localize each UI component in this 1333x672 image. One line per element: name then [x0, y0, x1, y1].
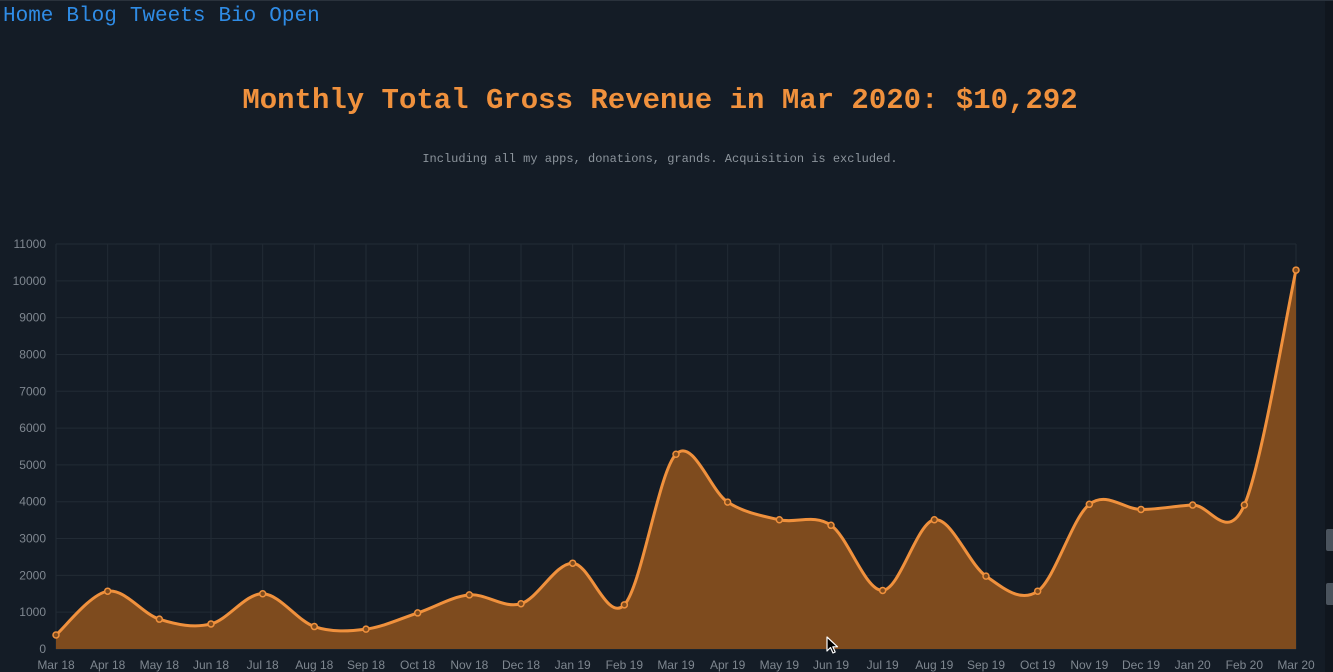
- x-tick-label-11: Feb 19: [606, 658, 644, 672]
- data-point-2[interactable]: [155, 615, 164, 623]
- data-point-4[interactable]: [258, 590, 267, 598]
- x-tick-label-20: Nov 19: [1070, 658, 1108, 672]
- x-tick-label-16: Jul 19: [867, 658, 899, 672]
- data-point-3[interactable]: [207, 620, 215, 628]
- data-point-15[interactable]: [827, 521, 835, 530]
- x-tick-label-23: Feb 20: [1226, 658, 1264, 672]
- x-tick-label-21: Dec 19: [1122, 658, 1160, 672]
- scrollbar-thumb-lower[interactable]: [1326, 583, 1333, 605]
- x-tick-label-6: Sep 18: [347, 658, 385, 672]
- scrollbar[interactable]: [1325, 1, 1333, 672]
- data-point-16[interactable]: [878, 586, 887, 595]
- y-tick-label-2: 2000: [19, 568, 46, 582]
- x-tick-label-1: Apr 18: [90, 658, 126, 672]
- y-tick-label-6: 6000: [19, 421, 46, 435]
- x-tick-label-4: Jul 18: [247, 658, 279, 672]
- data-point-24[interactable]: [1292, 266, 1300, 274]
- data-point-14[interactable]: [775, 516, 784, 524]
- x-tick-label-8: Nov 18: [450, 658, 488, 672]
- x-tick-label-18: Sep 19: [967, 658, 1005, 672]
- y-tick-label-3: 3000: [19, 532, 46, 546]
- data-point-22[interactable]: [1188, 501, 1197, 509]
- data-point-1[interactable]: [103, 587, 112, 595]
- x-tick-label-14: May 19: [760, 658, 800, 672]
- x-tick-label-9: Dec 18: [502, 658, 540, 672]
- data-point-10[interactable]: [568, 559, 577, 567]
- x-tick-label-5: Aug 18: [295, 658, 333, 672]
- data-point-13[interactable]: [723, 498, 732, 506]
- y-tick-label-1: 1000: [19, 605, 46, 619]
- y-tick-label-9: 9000: [19, 311, 46, 325]
- x-tick-label-3: Jun 18: [193, 658, 229, 672]
- data-point-12[interactable]: [672, 450, 680, 458]
- x-tick-label-7: Oct 18: [400, 658, 436, 672]
- x-tick-label-0: Mar 18: [37, 658, 75, 672]
- x-tick-label-22: Jan 20: [1175, 658, 1211, 672]
- y-tick-label-0: 0: [39, 642, 46, 656]
- y-tick-label-5: 5000: [19, 458, 46, 472]
- y-tick-label-8: 8000: [19, 347, 46, 361]
- y-axis: 0 1000 2000 3000 4000 5000 6000 7000 8000 9000 100…: [13, 237, 47, 656]
- y-tick-label-7: 7000: [19, 384, 46, 398]
- x-tick-label-17: Aug 19: [915, 658, 953, 672]
- data-point-17[interactable]: [930, 516, 939, 524]
- mouse-cursor-icon: [826, 636, 839, 654]
- x-tick-label-10: Jan 19: [555, 658, 591, 672]
- x-tick-label-12: Mar 19: [657, 658, 695, 672]
- x-tick-label-19: Oct 19: [1020, 658, 1056, 672]
- x-tick-label-13: Apr 19: [710, 658, 746, 672]
- revenue-chart: 0 1000 2000 3000 4000 5000 6000 7000 8000 9000 100…: [13, 237, 1315, 672]
- data-point-23[interactable]: [1240, 501, 1249, 509]
- page: Home Blog Tweets Bio Open Monthly Total …: [0, 0, 1333, 672]
- y-tick-label-4: 4000: [19, 495, 46, 509]
- x-axis: Mar 18 Apr 18 May 18 Jun 18 Jul 18 Aug 18 Sep …: [37, 658, 1315, 672]
- data-point-20[interactable]: [1085, 500, 1094, 509]
- x-tick-label-15: Jun 19: [813, 658, 849, 672]
- data-point-21[interactable]: [1137, 505, 1145, 514]
- scrollbar-thumb-upper[interactable]: [1326, 529, 1333, 551]
- y-tick-label-10: 10000: [13, 274, 47, 288]
- x-tick-label-24: Mar 20: [1277, 658, 1315, 672]
- data-point-5[interactable]: [310, 622, 319, 631]
- data-point-18[interactable]: [982, 572, 990, 580]
- data-point-9[interactable]: [517, 599, 525, 608]
- data-point-6[interactable]: [362, 625, 370, 633]
- data-point-19[interactable]: [1033, 587, 1042, 595]
- data-point-11[interactable]: [620, 601, 629, 609]
- data-point-0[interactable]: [52, 631, 60, 639]
- data-point-8[interactable]: [465, 591, 474, 599]
- x-tick-label-2: May 18: [140, 658, 180, 672]
- data-point-7[interactable]: [413, 609, 422, 617]
- y-tick-label-11: 11000: [14, 237, 47, 251]
